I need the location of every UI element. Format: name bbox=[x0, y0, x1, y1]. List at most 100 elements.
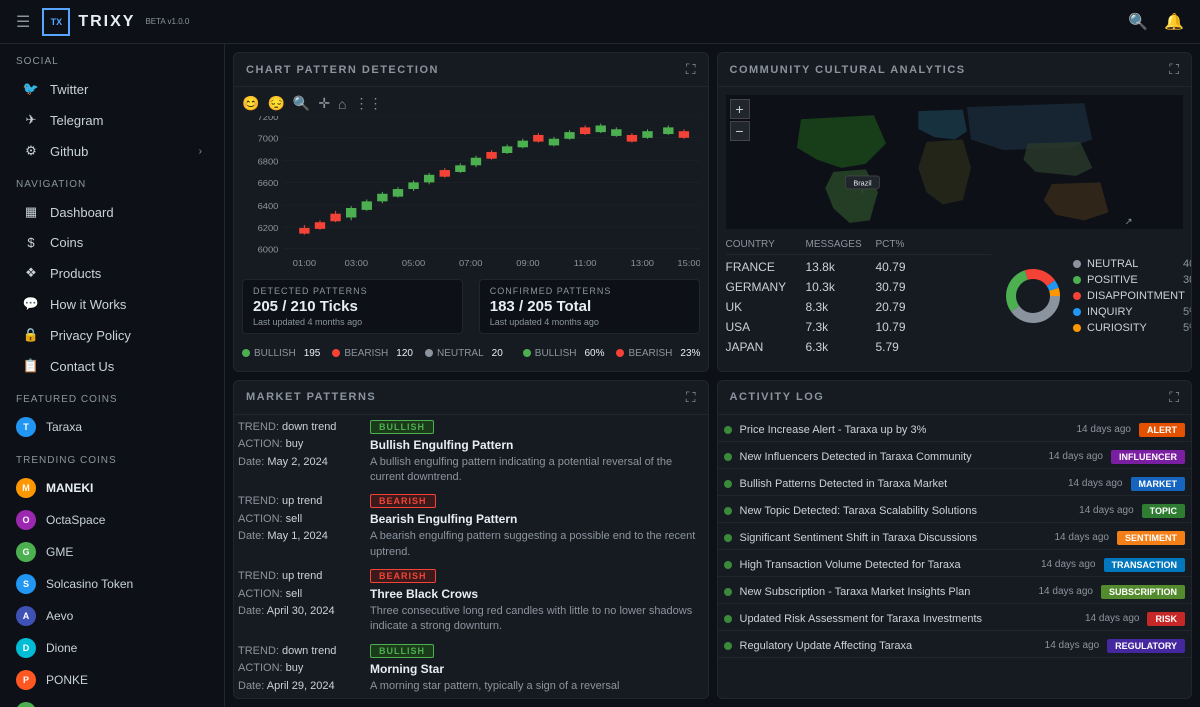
activity-dot bbox=[724, 480, 732, 488]
neutral-label: NEUTRAL bbox=[437, 348, 484, 359]
sentiment-label: INQUIRY bbox=[1087, 306, 1177, 318]
community-panel-header: COMMUNITY CULTURAL ANALYTICS ⛶ bbox=[718, 53, 1192, 87]
sidebar-item-label: Products bbox=[50, 266, 101, 281]
pattern-date: April 30, 2024 bbox=[267, 605, 335, 617]
activity-row: New Topic Detected: Taraxa Scalability S… bbox=[718, 500, 1192, 523]
bearish-pct-value: 23% bbox=[680, 348, 700, 359]
bullish-legend: BULLISH 195 bbox=[242, 348, 320, 359]
pattern-date: May 1, 2024 bbox=[267, 530, 328, 542]
chart-toolbar: 😊 😔 🔍 ✛ ⌂ ⋮⋮ bbox=[242, 95, 700, 112]
coin-item-gme[interactable]: G GME bbox=[0, 536, 224, 568]
social-label: Social bbox=[0, 44, 224, 73]
sidebar-item-label: How it Works bbox=[50, 297, 126, 312]
community-panel-icons[interactable]: ⛶ bbox=[1169, 61, 1179, 78]
coin-label: Solcasino Token bbox=[46, 577, 133, 591]
sidebar-item-how-it-works[interactable]: 💬 How it Works bbox=[6, 289, 218, 319]
chart-panel-body: 😊 😔 🔍 ✛ ⌂ ⋮⋮ bbox=[234, 87, 708, 371]
pattern-detail: BEARISH Bearish Engulfing Pattern A bear… bbox=[370, 493, 704, 560]
sidebar-item-coins[interactable]: $ Coins bbox=[6, 228, 218, 257]
pattern-badge: BEARISH bbox=[370, 569, 436, 583]
notification-icon[interactable]: 🔔 bbox=[1164, 12, 1184, 32]
sentiment-pct: 5% bbox=[1183, 322, 1191, 334]
sidebar-item-products[interactable]: ❖ Products bbox=[6, 258, 218, 288]
layout: Social 🐦 Twitter ✈ Telegram ⚙ Github › N… bbox=[0, 44, 1200, 707]
bullish-pct-dot bbox=[523, 349, 531, 357]
map-zoom-in[interactable]: + bbox=[730, 99, 750, 119]
svg-text:7000: 7000 bbox=[258, 134, 279, 144]
telegram-icon: ✈ bbox=[22, 112, 40, 128]
activity-text: New Influencers Detected in Taraxa Commu… bbox=[740, 451, 1041, 463]
sidebar-item-dashboard[interactable]: ▦ Dashboard bbox=[6, 197, 218, 227]
bullish-pct-legend: BULLISH 60% bbox=[523, 348, 605, 359]
sidebar-item-contact-us[interactable]: 📋 Contact Us bbox=[6, 351, 218, 381]
sad-icon[interactable]: 😔 bbox=[267, 95, 284, 112]
sentiment-item-disappointment: DISAPPOINTMENT 20% bbox=[1073, 290, 1191, 302]
map-zoom-out[interactable]: − bbox=[730, 121, 750, 141]
search-icon[interactable]: 🔍 bbox=[1128, 12, 1148, 32]
coin-item-aevo[interactable]: A Aevo bbox=[0, 600, 224, 632]
smiley-icon[interactable]: 😊 bbox=[242, 95, 259, 112]
sentiment-pct: 5% bbox=[1183, 306, 1191, 318]
country-name: FRANCE bbox=[726, 260, 806, 274]
pattern-detail: BULLISH Morning Star A morning star patt… bbox=[370, 643, 704, 696]
activity-tag: SUBSCRIPTION bbox=[1101, 585, 1185, 599]
chart-panel: CHART PATTERN DETECTION ⛶ 😊 😔 🔍 ✛ ⌂ ⋮⋮ bbox=[233, 52, 709, 372]
main-content: CHART PATTERN DETECTION ⛶ 😊 😔 🔍 ✛ ⌂ ⋮⋮ bbox=[225, 44, 1200, 707]
bearish-pct-dot bbox=[616, 349, 624, 357]
activity-tag: RISK bbox=[1147, 612, 1185, 626]
home-icon[interactable]: ⌂ bbox=[338, 96, 346, 112]
legend-area: BULLISH 195 BEARISH 120 NEUTRAL bbox=[242, 340, 700, 363]
coin-avatar: T bbox=[16, 417, 36, 437]
crosshair-icon[interactable]: ✛ bbox=[318, 95, 330, 112]
pattern-desc: Three consecutive long red candles with … bbox=[370, 604, 704, 635]
featured-coin-taraxa[interactable]: T Taraxa bbox=[0, 411, 224, 443]
sentiment-item-neutral: NEUTRAL 40% bbox=[1073, 258, 1191, 270]
sidebar-item-privacy-policy[interactable]: 🔒 Privacy Policy bbox=[6, 320, 218, 350]
menu-icon[interactable]: ☰ bbox=[16, 12, 30, 32]
chart-panel-icons[interactable]: ⛶ bbox=[686, 61, 696, 78]
bearish-dot bbox=[332, 349, 340, 357]
bullish-pct-label: BULLISH bbox=[535, 348, 577, 359]
coin-item-solcasino[interactable]: S Solcasino Token bbox=[0, 568, 224, 600]
coin-item-maneki[interactable]: M MANEKI bbox=[0, 472, 224, 504]
country-name: USA bbox=[726, 320, 806, 334]
sidebar-item-twitter[interactable]: 🐦 Twitter bbox=[6, 74, 218, 104]
activity-time: 14 days ago bbox=[1077, 424, 1132, 435]
pattern-desc: A bearish engulfing pattern suggesting a… bbox=[370, 529, 704, 560]
legend-right: BULLISH 60% BEARISH 23% NEUTRAL bbox=[523, 344, 708, 359]
pattern-meta: TREND: up trend ACTION: sell Date: May 1… bbox=[238, 493, 358, 560]
activity-panel-icons[interactable]: ⛶ bbox=[1169, 389, 1179, 406]
activity-dot bbox=[724, 642, 732, 650]
pattern-desc: A morning star pattern, typically a sign… bbox=[370, 679, 704, 694]
country-messages: 8.3k bbox=[806, 300, 876, 314]
pattern-badge: BULLISH bbox=[370, 644, 434, 658]
sidebar-item-label: Privacy Policy bbox=[50, 328, 131, 343]
activity-text: Bullish Patterns Detected in Taraxa Mark… bbox=[740, 478, 1061, 490]
activity-time: 14 days ago bbox=[1085, 613, 1140, 624]
pattern-trend: down trend bbox=[282, 421, 336, 433]
sidebar-item-telegram[interactable]: ✈ Telegram bbox=[6, 105, 218, 135]
sidebar-item-github[interactable]: ⚙ Github › bbox=[6, 136, 218, 166]
bullish-label: BULLISH bbox=[254, 348, 296, 359]
bullish-value: 195 bbox=[304, 348, 321, 359]
coin-label: PONKE bbox=[46, 673, 88, 687]
country-messages: 7.3k bbox=[806, 320, 876, 334]
market-panel-header: MARKET PATTERNS ⛶ bbox=[234, 381, 708, 415]
coin-item-dione[interactable]: D Dione bbox=[0, 632, 224, 664]
sentiment-area: NEUTRAL 40% POSITIVE 30% DISAPPOINTMENT bbox=[1003, 235, 1183, 357]
activity-row: Bullish Patterns Detected in Taraxa Mark… bbox=[718, 473, 1192, 496]
zoom-icon[interactable]: 🔍 bbox=[293, 95, 310, 112]
how-works-icon: 💬 bbox=[22, 296, 40, 312]
coin-item-ponke[interactable]: P PONKE bbox=[0, 664, 224, 696]
market-panel-icons[interactable]: ⛶ bbox=[686, 389, 696, 406]
coin-item-pepe[interactable]: P Pepe bbox=[0, 696, 224, 707]
pattern-trend: up trend bbox=[282, 570, 322, 582]
country-row: FRANCE 13.8k 40.79 bbox=[726, 257, 992, 277]
svg-text:09:00: 09:00 bbox=[516, 258, 539, 268]
coin-label: Taraxa bbox=[46, 420, 82, 434]
coin-item-octaspace[interactable]: O OctaSpace bbox=[0, 504, 224, 536]
nav-label: Navigation bbox=[0, 167, 224, 196]
menu-dots-icon[interactable]: ⋮⋮ bbox=[355, 95, 383, 112]
detected-label: DETECTED PATTERNS bbox=[253, 286, 452, 296]
activity-time: 14 days ago bbox=[1054, 532, 1109, 543]
